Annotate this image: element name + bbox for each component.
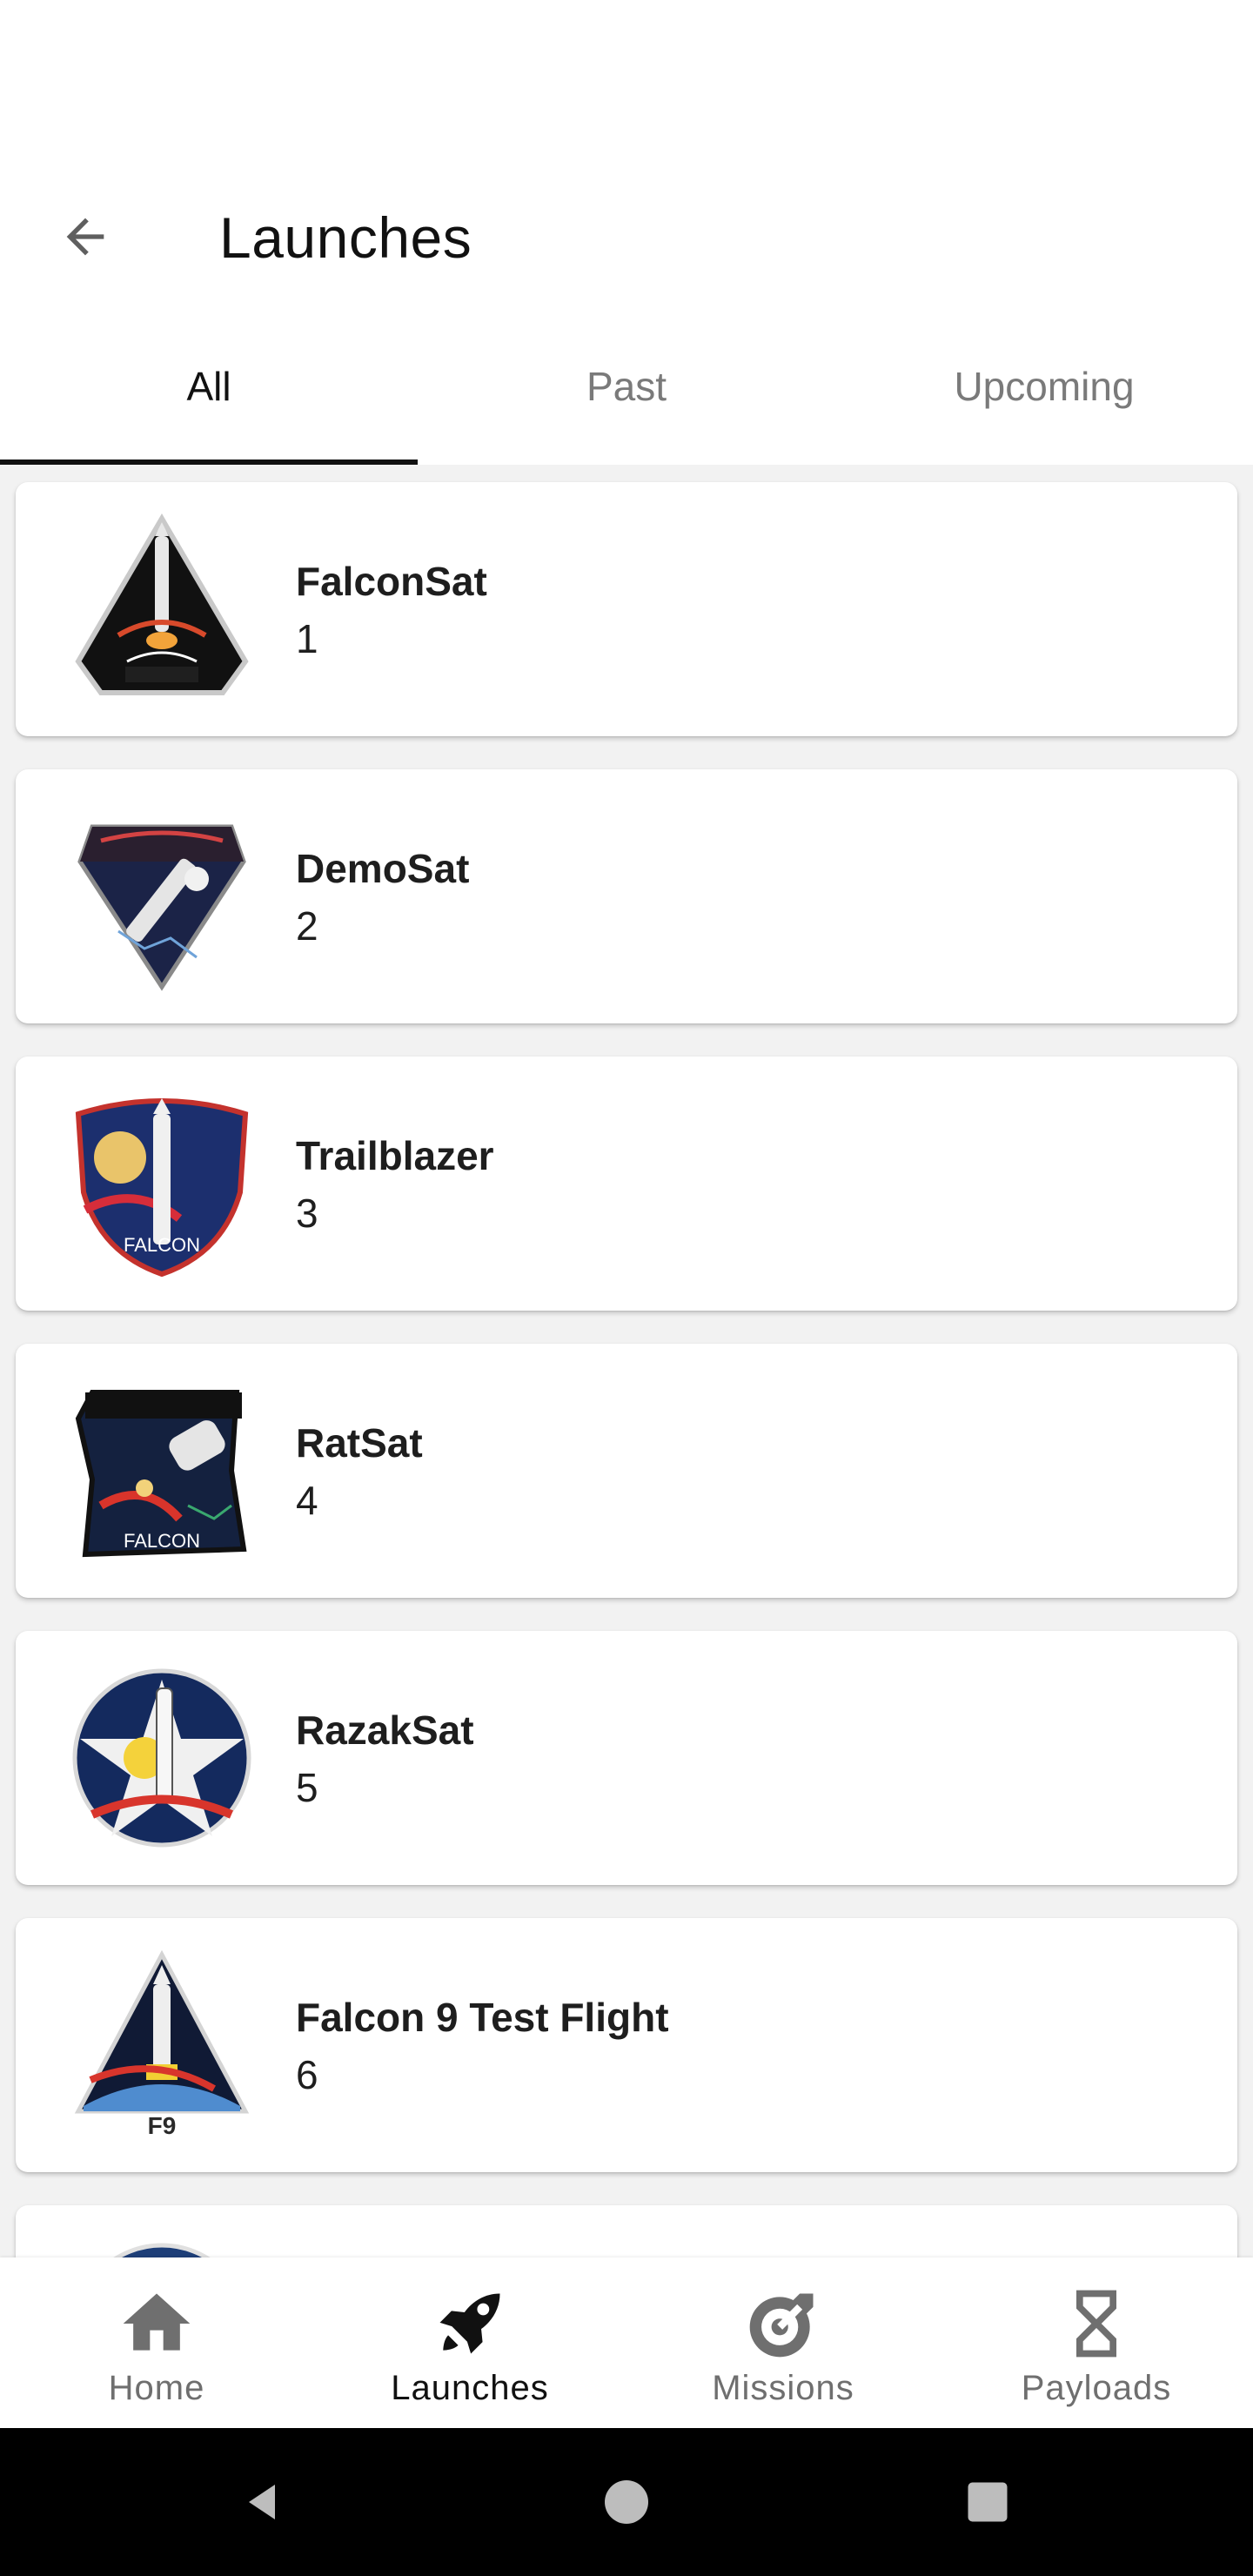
launch-name: RazakSat (296, 1707, 474, 1753)
hourglass-icon (1076, 2290, 1116, 2358)
launch-card-razaksat[interactable]: RazakSat 5 (16, 1631, 1237, 1885)
nav-item-payloads[interactable]: Payloads (940, 2257, 1253, 2428)
status-bar-area (0, 0, 1253, 165)
nav-label: Launches (391, 2369, 549, 2407)
flight-number: 4 (296, 1478, 318, 1523)
svg-text:FALCON: FALCON (124, 1234, 200, 1256)
tab-all[interactable]: All (0, 308, 418, 465)
nav-label: Missions (712, 2369, 854, 2407)
system-recents-button[interactable] (948, 2463, 1027, 2541)
bottom-navigation: Home Launches Missions Payloads (0, 2257, 1253, 2428)
nav-item-launches[interactable]: Launches (313, 2257, 626, 2428)
razaksat-mission-patch (66, 1662, 258, 1854)
back-button[interactable] (42, 198, 129, 276)
launch-filter-tabs: All Past Upcoming (0, 308, 1253, 465)
svg-text:FALCON: FALCON (124, 1530, 200, 1552)
flight-number: 2 (296, 903, 318, 949)
flight-number: 3 (296, 1191, 318, 1236)
falconsat-mission-patch (66, 513, 258, 705)
system-back-button[interactable] (223, 2463, 301, 2541)
launch-card-demosat[interactable]: DemoSat 2 (16, 769, 1237, 1023)
svg-text:F9: F9 (148, 2112, 177, 2139)
nav-item-home[interactable]: Home (0, 2257, 313, 2428)
launch-name: RatSat (296, 1420, 423, 1466)
page-title: Launches (219, 205, 472, 270)
trailblazer-mission-patch: FALCON (66, 1088, 258, 1279)
nav-label: Home (108, 2369, 205, 2407)
ratsat-mission-patch: FALCON (66, 1375, 258, 1566)
launch-card-trailblazer[interactable]: FALCON Trailblazer 3 (16, 1057, 1237, 1311)
system-home-button[interactable] (587, 2463, 666, 2541)
arrow-left-icon (66, 218, 104, 256)
tab-upcoming[interactable]: Upcoming (835, 308, 1253, 465)
nav-label: Payloads (1021, 2369, 1172, 2407)
launch-card-falcon-9-test-flight[interactable]: F9 Falcon 9 Test Flight 6 (16, 1918, 1237, 2172)
launch-name: DemoSat (296, 846, 470, 891)
launch-card-partial[interactable] (16, 2205, 1237, 2257)
launch-list[interactable]: FalconSat 1 DemoSat 2 FALCON Trailblazer… (0, 465, 1253, 2257)
falcon9-test-flight-mission-patch: F9 (66, 1949, 258, 2141)
flight-number: 1 (296, 616, 318, 661)
tab-past[interactable]: Past (418, 308, 835, 465)
rocket-icon (439, 2293, 500, 2354)
system-navigation-bar (0, 2428, 1253, 2576)
launch-card-ratsat[interactable]: FALCON RatSat 4 (16, 1344, 1237, 1598)
triangle-back-icon (249, 2485, 275, 2519)
demosat-mission-patch (66, 801, 258, 992)
nav-item-missions[interactable]: Missions (626, 2257, 940, 2428)
target-icon (749, 2293, 814, 2358)
circle-home-icon (605, 2480, 648, 2524)
launch-name: Falcon 9 Test Flight (296, 1995, 669, 2040)
launch-name: Trailblazer (296, 1133, 494, 1178)
home-icon (123, 2293, 191, 2351)
launch-name: FalconSat (296, 559, 487, 604)
flight-number: 5 (296, 1765, 318, 1810)
app-bar: Launches (0, 165, 1253, 308)
launch-card-falconsat[interactable]: FalconSat 1 (16, 482, 1237, 736)
square-recents-icon (968, 2482, 1008, 2522)
flight-number: 6 (296, 2052, 318, 2097)
mission-patch (66, 2237, 258, 2257)
